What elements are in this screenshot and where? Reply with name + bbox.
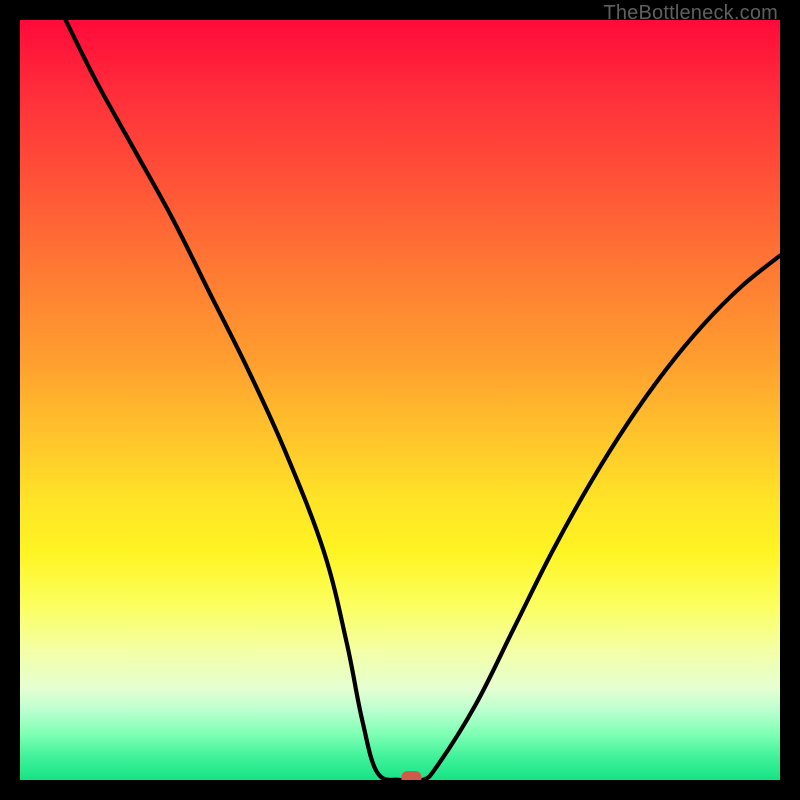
minimum-marker [401,771,421,780]
plot-area [20,20,780,780]
bottleneck-curve [66,20,780,780]
curve-layer [20,20,780,780]
curve-path [66,20,780,780]
watermark-text: TheBottleneck.com [603,2,778,25]
chart-frame: TheBottleneck.com [0,0,800,800]
